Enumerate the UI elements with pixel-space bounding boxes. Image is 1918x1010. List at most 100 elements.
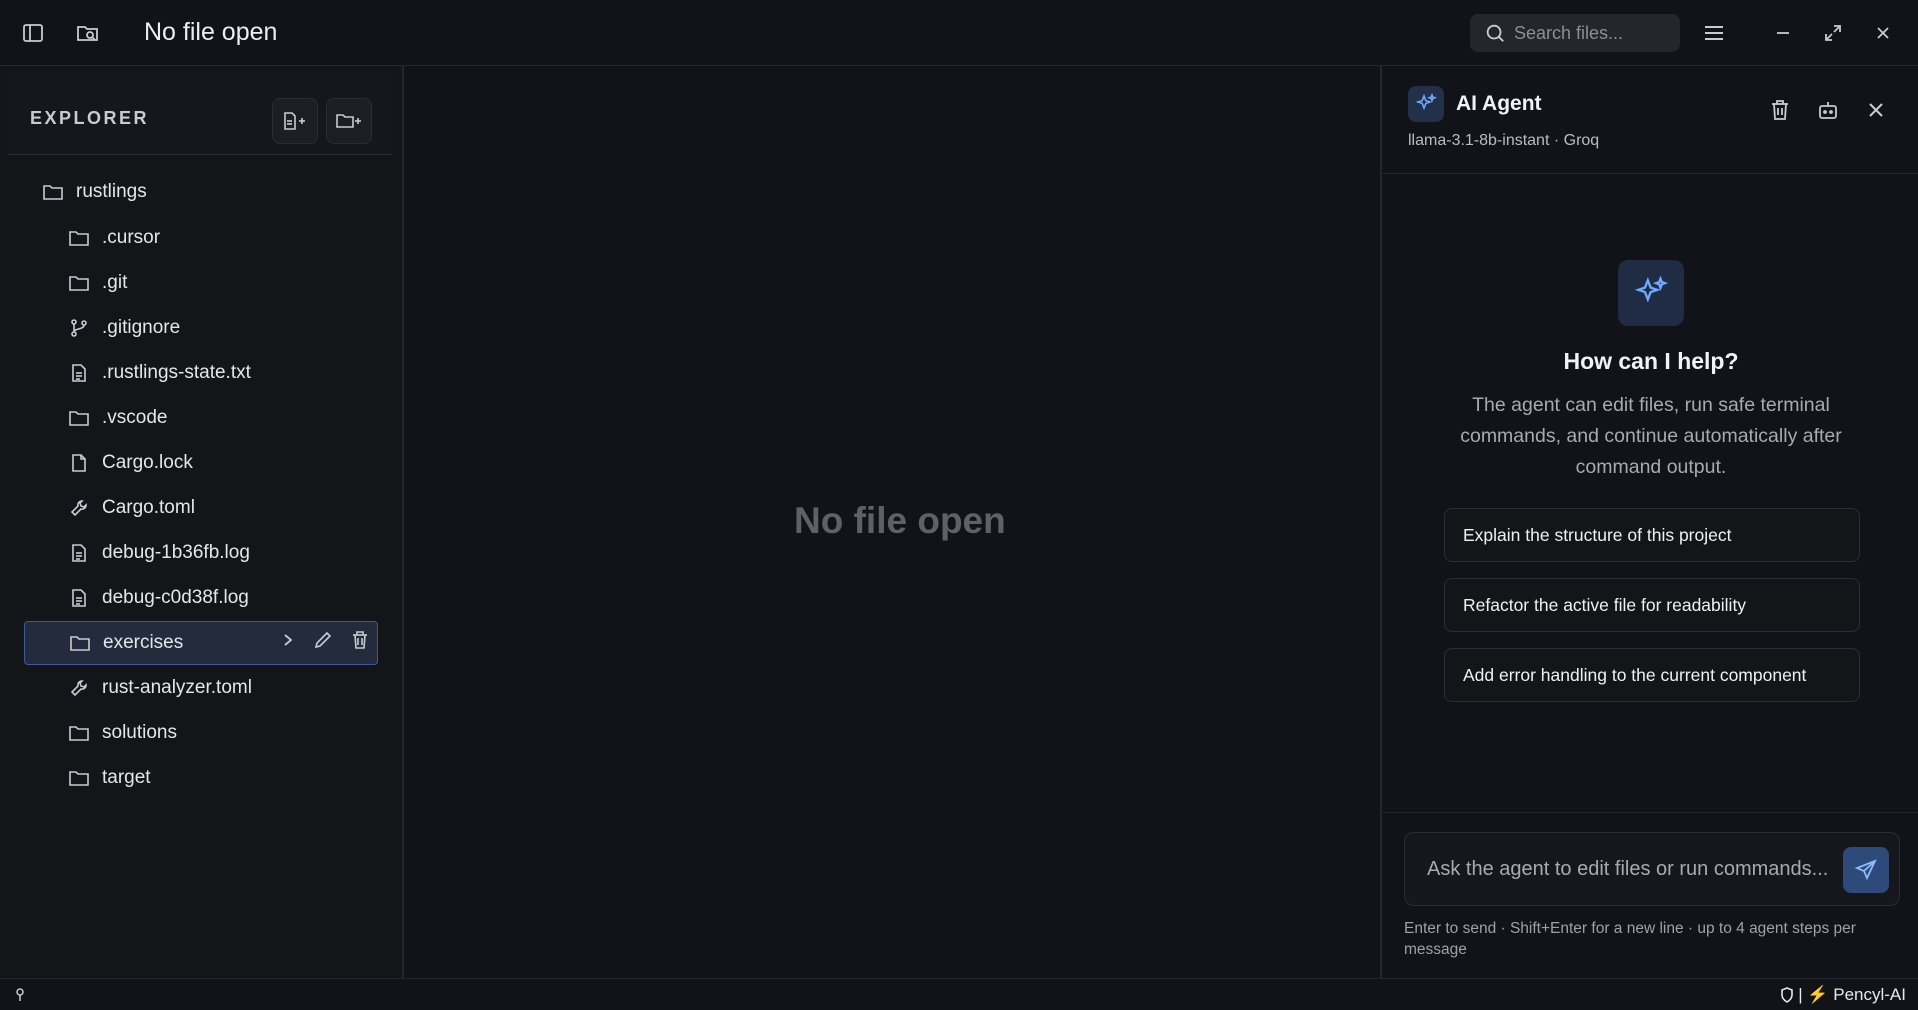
tree-item-label: .rustlings-state.txt bbox=[102, 362, 251, 383]
tree-item-label: Cargo.lock bbox=[102, 452, 193, 473]
tree-item[interactable]: .vscode bbox=[68, 398, 167, 438]
tree-root-rustlings[interactable]: rustlings bbox=[42, 172, 147, 212]
file-icon bbox=[68, 452, 90, 474]
agent-badge bbox=[1408, 86, 1444, 122]
menu-button[interactable] bbox=[1698, 18, 1730, 48]
wrench-icon bbox=[68, 677, 90, 699]
close-agent-button[interactable] bbox=[1862, 96, 1890, 124]
sparkles-icon bbox=[1634, 275, 1669, 303]
menu-icon bbox=[1705, 26, 1723, 40]
ai-agent-panel: AI Agent llama-3.1-8b-instant · Groq How… bbox=[1380, 66, 1918, 978]
chevron-right-icon[interactable] bbox=[281, 632, 295, 654]
toggle-sidebar-button[interactable] bbox=[18, 18, 48, 48]
folder-search-icon bbox=[77, 26, 98, 41]
folder-icon bbox=[68, 407, 90, 429]
sparkles-icon bbox=[1415, 92, 1437, 111]
folder-icon bbox=[69, 632, 91, 654]
folder-icon bbox=[68, 272, 90, 294]
row-actions bbox=[281, 622, 369, 664]
tree-item[interactable]: .git bbox=[68, 263, 127, 303]
search-placeholder: Search files... bbox=[1514, 22, 1624, 43]
minimize-button[interactable] bbox=[1768, 18, 1798, 48]
tree-item-label: .gitignore bbox=[102, 317, 181, 338]
hero-title: How can I help? bbox=[1563, 348, 1739, 374]
file-text-icon bbox=[68, 587, 90, 609]
bot-icon bbox=[1819, 102, 1837, 119]
agent-title: AI Agent bbox=[1456, 92, 1542, 115]
status-branding: | ⚡ Pencyl-AI bbox=[1780, 985, 1906, 1005]
tree-item[interactable]: target bbox=[68, 758, 151, 798]
composer-hint: Enter to send · Shift+Enter for a new li… bbox=[1404, 920, 1856, 958]
tree-item[interactable]: .rustlings-state.txt bbox=[68, 353, 251, 393]
tree-item-label: rust-analyzer.toml bbox=[102, 677, 252, 698]
agent-model: llama-3.1-8b-instant · Groq bbox=[1408, 132, 1600, 149]
explorer-title: EXPLORER bbox=[30, 108, 150, 128]
close-icon bbox=[1877, 27, 1889, 39]
location-pin-icon[interactable] bbox=[13, 987, 27, 1003]
tree-item-label: target bbox=[102, 767, 151, 788]
explorer-header: EXPLORER bbox=[8, 74, 392, 155]
suggestion-button[interactable]: Explain the structure of this project bbox=[1444, 508, 1860, 562]
tree-item-label: .vscode bbox=[102, 407, 168, 428]
tree-item-label: rustlings bbox=[76, 181, 147, 202]
tree-item[interactable]: rust-analyzer.toml bbox=[68, 668, 252, 708]
agent-header: AI Agent llama-3.1-8b-instant · Groq bbox=[1382, 66, 1918, 174]
tree-item[interactable]: debug-c0d38f.log bbox=[68, 578, 249, 618]
suggestion-label: Add error handling to the current compon… bbox=[1463, 664, 1807, 685]
suggestion-button[interactable]: Refactor the active file for readability bbox=[1444, 578, 1860, 632]
agent-hero-icon bbox=[1618, 260, 1684, 326]
delete-icon[interactable] bbox=[351, 630, 369, 656]
file-text-icon bbox=[68, 362, 90, 384]
new-folder-button[interactable] bbox=[326, 98, 372, 144]
explorer-sidebar: EXPLORER rustlings .cursor .git .gitignore… bbox=[0, 66, 404, 978]
tree-item[interactable]: .cursor bbox=[68, 218, 160, 258]
tree-item[interactable]: Cargo.lock bbox=[68, 443, 193, 483]
tree-item[interactable]: exercises bbox=[24, 621, 378, 665]
git-branch-icon bbox=[68, 317, 90, 339]
folder-icon bbox=[68, 767, 90, 789]
search-box[interactable]: Search files... bbox=[1470, 14, 1680, 52]
suggestion-label: Refactor the active file for readability bbox=[1463, 594, 1747, 615]
tree-item-label: .cursor bbox=[102, 227, 161, 248]
rename-icon[interactable] bbox=[313, 630, 333, 656]
title-bar: No file open Search files... bbox=[0, 0, 1918, 66]
suggestion-label: Explain the structure of this project bbox=[1463, 524, 1732, 545]
agent-settings-button[interactable] bbox=[1814, 96, 1842, 124]
search-icon bbox=[1486, 24, 1504, 42]
hero-description: The agent can edit files, run safe termi… bbox=[1460, 394, 1842, 478]
tree-item[interactable]: .gitignore bbox=[68, 308, 180, 348]
tree-item-label: debug-1b36fb.log bbox=[102, 542, 250, 563]
clear-chat-button[interactable] bbox=[1766, 96, 1794, 124]
new-folder-icon bbox=[336, 114, 361, 128]
wrench-icon bbox=[68, 497, 90, 519]
new-file-button[interactable] bbox=[272, 98, 318, 144]
tree-item-label: solutions bbox=[102, 722, 177, 743]
status-bar: | ⚡ Pencyl-AI bbox=[0, 978, 1918, 1010]
tree-item[interactable]: debug-1b36fb.log bbox=[68, 533, 250, 573]
maximize-button[interactable] bbox=[1818, 18, 1848, 48]
trash-icon bbox=[1772, 100, 1788, 120]
close-icon bbox=[1869, 103, 1883, 117]
window-title: No file open bbox=[144, 18, 278, 46]
maximize-icon bbox=[1825, 25, 1841, 41]
close-window-button[interactable] bbox=[1868, 18, 1898, 48]
tree-item-label: .git bbox=[102, 272, 128, 293]
folder-icon bbox=[42, 181, 64, 203]
open-folder-button[interactable] bbox=[72, 18, 104, 48]
suggestion-button[interactable]: Add error handling to the current compon… bbox=[1444, 648, 1860, 702]
tree-item[interactable]: Cargo.toml bbox=[68, 488, 195, 528]
file-text-icon bbox=[68, 542, 90, 564]
send-icon bbox=[1854, 859, 1877, 881]
new-file-icon bbox=[284, 112, 305, 130]
tree-item-label: Cargo.toml bbox=[102, 497, 195, 518]
sidebar-icon bbox=[23, 24, 43, 42]
agent-message-input[interactable] bbox=[1425, 857, 1829, 882]
minimize-icon bbox=[1777, 32, 1789, 34]
shield-icon bbox=[1781, 987, 1794, 1003]
tree-item[interactable]: solutions bbox=[68, 713, 177, 753]
composer-divider bbox=[1382, 812, 1918, 813]
send-button[interactable] bbox=[1843, 847, 1889, 893]
tree-item-label: debug-c0d38f.log bbox=[102, 587, 249, 608]
editor-empty-state: No file open bbox=[794, 500, 1006, 541]
agent-composer bbox=[1404, 832, 1900, 906]
